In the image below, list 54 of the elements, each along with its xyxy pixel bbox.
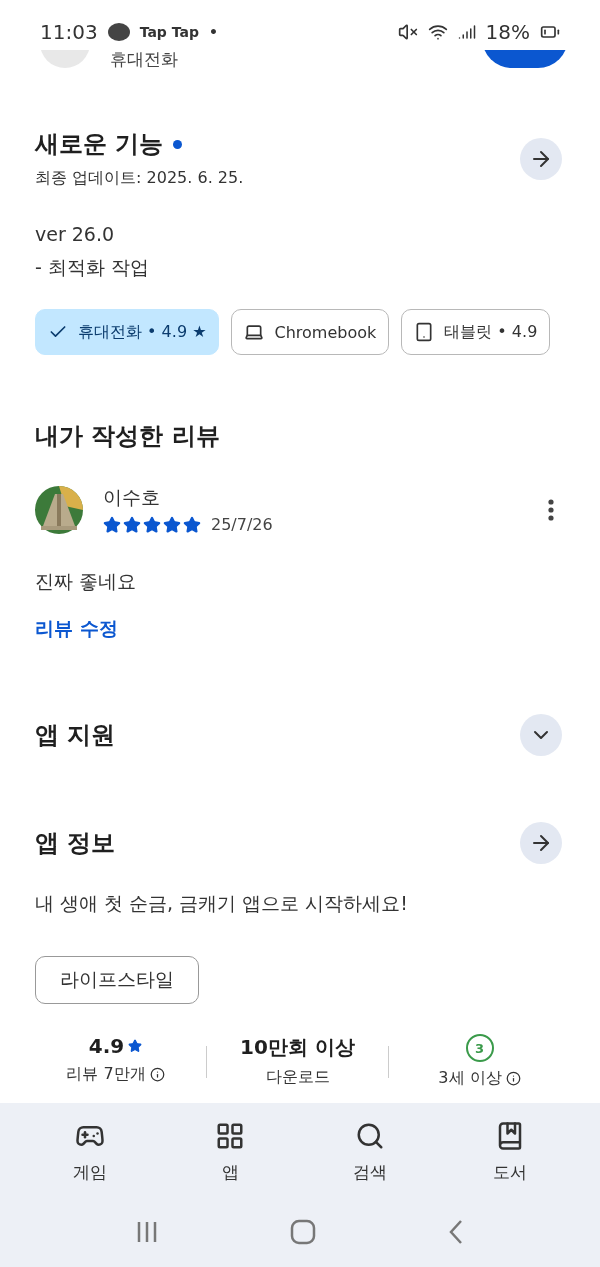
review-text: 진짜 좋네요 — [35, 569, 138, 594]
star-icon — [163, 515, 181, 534]
section-title: 새로운 기능 — [35, 128, 244, 160]
clock: 11:03 — [40, 20, 98, 44]
recent-apps-icon[interactable] — [136, 1220, 158, 1244]
nav-tab[interactable]: 검색 — [320, 1117, 420, 1188]
apps-icon — [215, 1121, 245, 1151]
nav-tab[interactable]: 도서 — [460, 1117, 560, 1188]
star-icon — [183, 515, 201, 534]
edit-review-link[interactable]: 리뷰 수정 — [35, 616, 118, 642]
signal-icon — [457, 23, 476, 41]
more-icon — [548, 498, 554, 521]
stat-label: 다운로드 — [265, 1067, 330, 1088]
update-date: 최종 업데이트: 2025. 6. 25. — [35, 168, 244, 189]
info-icon[interactable] — [149, 1067, 165, 1082]
stat-value: 4.9 — [88, 1034, 143, 1058]
device-chip[interactable]: 휴대전화 • 4.9 ★ — [35, 309, 220, 355]
avatar — [35, 485, 83, 534]
section-title: 앱 지원 — [35, 720, 116, 751]
info-icon[interactable] — [505, 1071, 521, 1086]
device-chip[interactable]: 태블릿 • 4.9 — [401, 309, 551, 355]
section-title: 앱 정보 — [35, 828, 116, 859]
stat-label: 3세 이상 — [438, 1068, 521, 1089]
nav-tab[interactable]: 앱 — [180, 1117, 280, 1188]
star-icon — [143, 515, 161, 534]
stat-value: 10만회 이상 — [240, 1034, 355, 1061]
wifi-icon — [427, 22, 448, 42]
search-icon — [355, 1121, 385, 1151]
notification-text: Tap Tap — [139, 24, 199, 40]
device-chip[interactable]: Chromebook — [231, 309, 390, 355]
stat-label: 리뷰 7만개 — [66, 1064, 165, 1085]
tablet-icon — [414, 322, 435, 342]
release-note: ver 26.0 — [35, 222, 116, 247]
laptop-icon — [244, 322, 265, 342]
release-note: - 최적화 작업 — [35, 255, 150, 280]
age-rating-badge: 3 — [465, 1034, 494, 1062]
app-description: 내 생애 첫 순금, 금캐기 앱으로 시작하세요! — [35, 891, 409, 916]
expand-button[interactable] — [520, 714, 562, 756]
app-subtitle: 휴대전화 — [110, 50, 178, 68]
battery-percent: 18% — [485, 20, 530, 44]
nav-tab[interactable]: 게임 — [40, 1117, 140, 1188]
back-icon[interactable] — [448, 1219, 464, 1245]
star-icon — [103, 515, 121, 534]
home-icon[interactable] — [290, 1219, 316, 1245]
notification-text: • — [208, 24, 218, 40]
arrow-button[interactable] — [520, 137, 562, 180]
reviewer-name: 이수호 — [103, 485, 161, 510]
star-icon — [123, 515, 141, 534]
section-title: 내가 작성한 리뷰 — [35, 421, 221, 452]
review-date: 25/7/26 — [211, 515, 273, 534]
arrow-button[interactable] — [520, 822, 562, 864]
mute-icon — [397, 22, 418, 42]
category-tag[interactable]: 라이프스타일 — [35, 956, 199, 1004]
star-icon — [128, 1039, 143, 1053]
